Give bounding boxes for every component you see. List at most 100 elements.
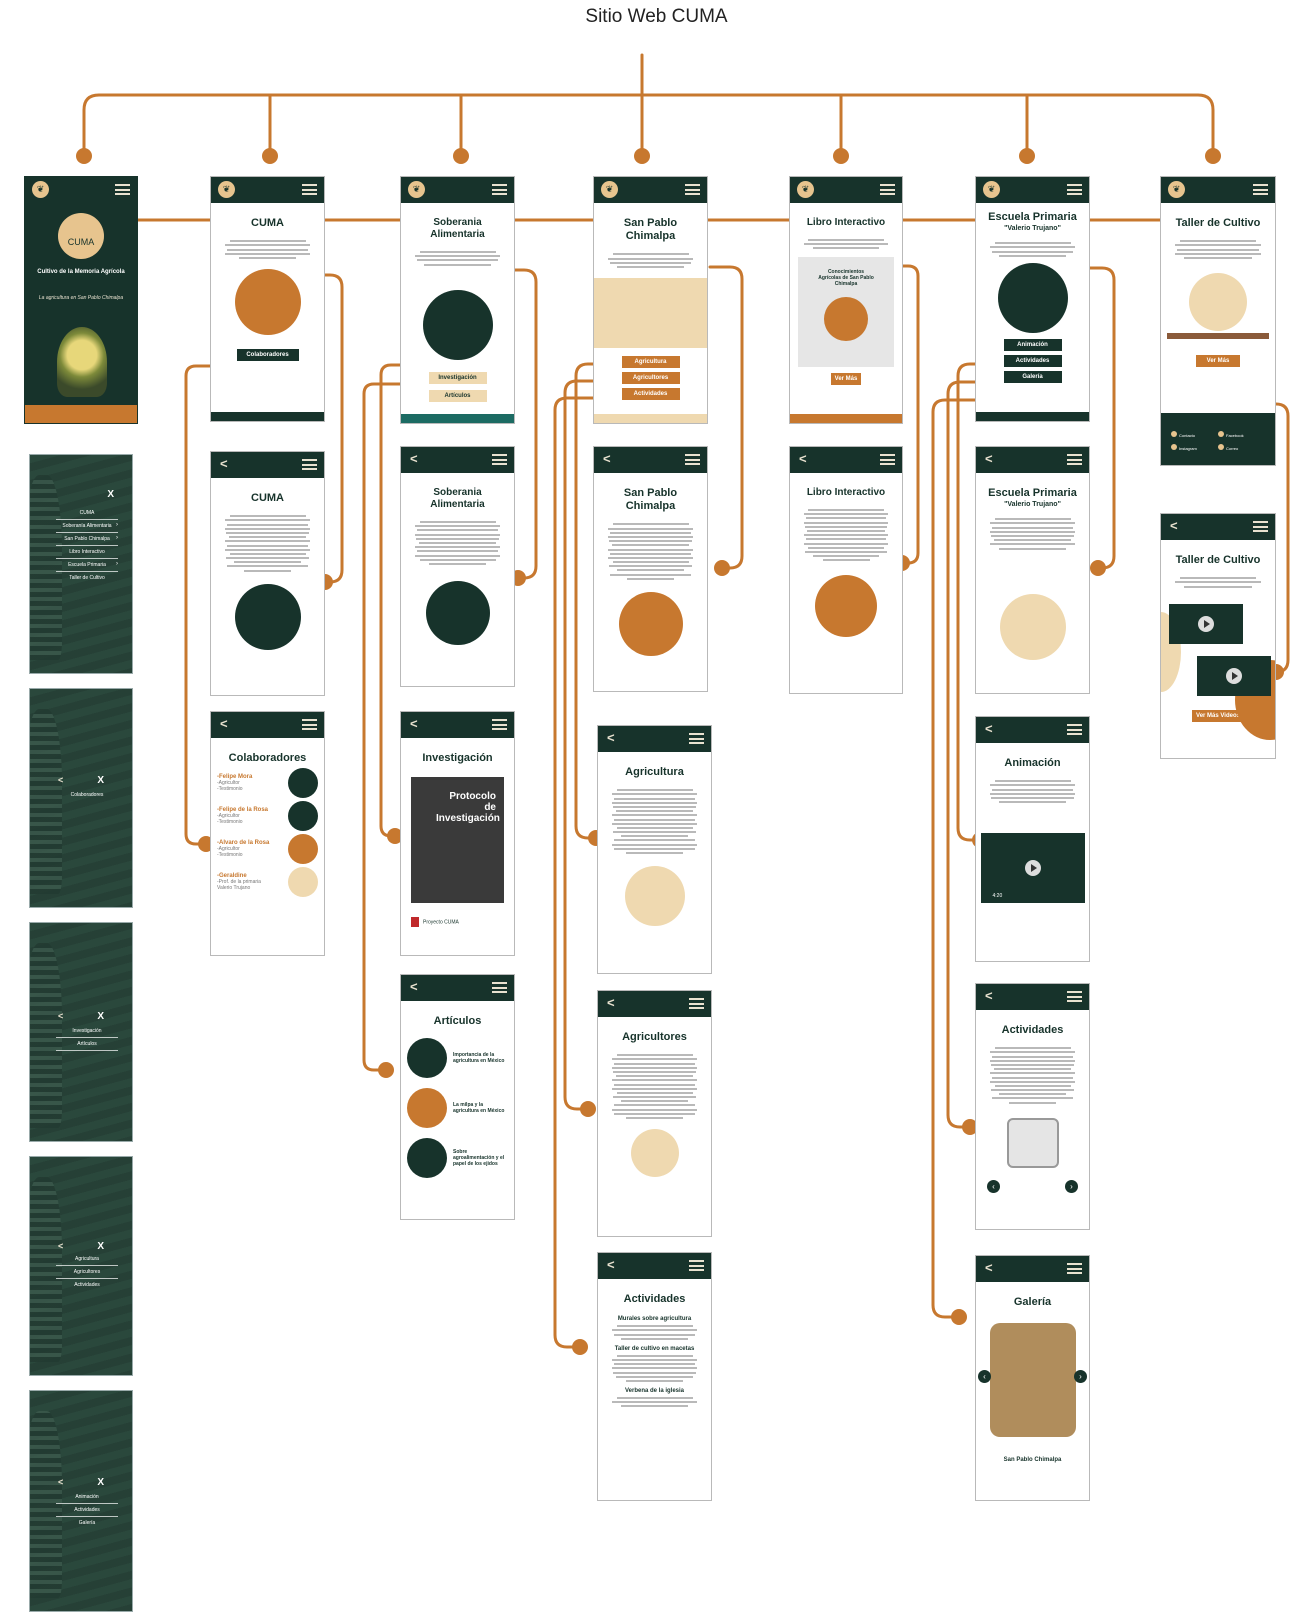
footer-facebook[interactable]: Facebook xyxy=(1218,431,1265,438)
next-icon[interactable]: › xyxy=(1074,1370,1087,1383)
hamburger-menu-icon[interactable] xyxy=(685,184,700,195)
hamburger-menu-icon[interactable] xyxy=(302,184,317,195)
investigacion-button[interactable]: Investigación xyxy=(428,371,487,384)
ver-mas-button[interactable]: Ver Más xyxy=(1196,354,1240,367)
back-icon[interactable]: < xyxy=(58,775,63,785)
back-icon[interactable]: < xyxy=(985,988,993,1003)
back-icon[interactable]: < xyxy=(607,730,615,745)
back-icon[interactable]: < xyxy=(799,451,807,466)
ver-mas-button[interactable]: Ver Más xyxy=(831,373,861,386)
agricultores-button[interactable]: Agricultores xyxy=(621,371,680,384)
actividades-button[interactable]: Actividades xyxy=(621,387,680,400)
hamburger-menu-icon[interactable] xyxy=(880,184,895,195)
hamburger-menu-icon[interactable] xyxy=(1067,991,1082,1002)
prev-icon[interactable]: ‹ xyxy=(987,1180,1000,1193)
back-icon[interactable]: < xyxy=(603,451,611,466)
hamburger-menu-icon[interactable] xyxy=(689,998,704,1009)
research-document[interactable]: Protocolo de Investigación xyxy=(411,777,504,904)
play-icon[interactable] xyxy=(1226,667,1242,684)
back-icon[interactable]: < xyxy=(220,456,228,471)
menu-item-taller[interactable]: Taller de Cultivo xyxy=(56,572,118,584)
menu-item-escuela[interactable]: Escuela Primaria › xyxy=(56,559,118,572)
colaboradores-button[interactable]: Colaboradores xyxy=(236,348,299,361)
hamburger-menu-icon[interactable] xyxy=(1253,184,1268,195)
close-icon[interactable]: X xyxy=(97,775,104,786)
play-icon[interactable] xyxy=(1198,615,1214,632)
galeria-button[interactable]: Galería xyxy=(1003,370,1062,383)
back-icon[interactable]: < xyxy=(985,1260,993,1275)
back-icon[interactable]: < xyxy=(1170,518,1178,533)
pdf-download[interactable]: Proyecto CUMA xyxy=(411,917,504,928)
menu-item-agricultores[interactable]: Agricultores xyxy=(56,1266,118,1279)
animation-video[interactable]: 4:20 xyxy=(980,833,1085,904)
article-item[interactable]: La milpa y la agricultura en México xyxy=(407,1088,508,1129)
back-icon[interactable]: < xyxy=(58,1477,63,1487)
menu-item-chimalpa[interactable]: San Pablo Chimalpa › xyxy=(56,533,118,546)
footer-email[interactable]: Correo xyxy=(1218,444,1265,451)
hamburger-menu-icon[interactable] xyxy=(880,454,895,465)
back-icon[interactable]: < xyxy=(985,451,993,466)
book-cover[interactable]: Conocimientos Agrícolas de San Pablo Chi… xyxy=(798,257,894,368)
hamburger-menu-icon[interactable] xyxy=(302,719,317,730)
prev-icon[interactable]: ‹ xyxy=(978,1370,991,1383)
hamburger-menu-icon[interactable] xyxy=(492,454,507,465)
close-icon[interactable]: X xyxy=(107,489,114,500)
play-icon[interactable] xyxy=(1024,860,1041,877)
hamburger-menu-icon[interactable] xyxy=(492,184,507,195)
menu-item-investigacion[interactable]: Investigación xyxy=(56,1025,118,1038)
article-item[interactable]: Sobre agroalimentación y el papel de los… xyxy=(407,1138,508,1179)
agricultura-button[interactable]: Agricultura xyxy=(621,355,680,368)
hamburger-menu-icon[interactable] xyxy=(1067,184,1082,195)
logo-icon[interactable]: ❦ xyxy=(983,181,1000,198)
hamburger-menu-icon[interactable] xyxy=(1067,454,1082,465)
menu-item-animacion[interactable]: Animación xyxy=(56,1491,118,1504)
hamburger-menu-icon[interactable] xyxy=(1067,1263,1082,1274)
pdf-label: Proyecto CUMA xyxy=(423,919,459,926)
articulos-button[interactable]: Artículos xyxy=(428,389,487,402)
close-icon[interactable]: X xyxy=(97,1477,104,1488)
back-icon[interactable]: < xyxy=(58,1241,63,1251)
back-icon[interactable]: < xyxy=(410,451,418,466)
logo-icon[interactable]: ❦ xyxy=(32,181,49,198)
back-icon[interactable]: < xyxy=(410,979,418,994)
article-item[interactable]: Importancia de la agricultura en México xyxy=(407,1038,508,1079)
back-icon[interactable]: < xyxy=(607,1257,615,1272)
tutorial-video[interactable] xyxy=(1197,655,1271,696)
menu-item-agricultura[interactable]: Agricultura xyxy=(56,1253,118,1266)
hamburger-menu-icon[interactable] xyxy=(689,733,704,744)
close-icon[interactable]: X xyxy=(97,1011,104,1022)
hamburger-menu-icon[interactable] xyxy=(689,1260,704,1271)
logo-icon[interactable]: ❦ xyxy=(797,181,814,198)
back-icon[interactable]: < xyxy=(220,716,228,731)
hamburger-menu-icon[interactable] xyxy=(115,184,130,195)
menu-item-articulos[interactable]: Artículos xyxy=(56,1038,118,1051)
footer-contact[interactable]: Contacto xyxy=(1171,431,1218,438)
hamburger-menu-icon[interactable] xyxy=(1067,724,1082,735)
menu-item-soberania[interactable]: Soberanía Alimentaria › xyxy=(56,520,118,533)
tutorial-video[interactable] xyxy=(1169,603,1243,644)
logo-icon[interactable]: ❦ xyxy=(601,181,618,198)
footer-instagram[interactable]: Instagram xyxy=(1171,444,1218,451)
menu-item-actividades[interactable]: Actividades xyxy=(56,1279,118,1291)
actividades-button[interactable]: Actividades xyxy=(1003,354,1062,367)
animacion-button[interactable]: Animación xyxy=(1003,338,1062,351)
back-icon[interactable]: < xyxy=(410,716,418,731)
menu-item-cuma[interactable]: CUMA xyxy=(56,507,118,520)
logo-icon[interactable]: ❦ xyxy=(218,181,235,198)
hamburger-menu-icon[interactable] xyxy=(492,719,507,730)
hamburger-menu-icon[interactable] xyxy=(302,459,317,470)
back-icon[interactable]: < xyxy=(607,995,615,1010)
next-icon[interactable]: › xyxy=(1065,1180,1078,1193)
back-icon[interactable]: < xyxy=(58,1011,63,1021)
logo-icon[interactable]: ❦ xyxy=(1168,181,1185,198)
close-icon[interactable]: X xyxy=(97,1241,104,1252)
hamburger-menu-icon[interactable] xyxy=(685,454,700,465)
menu-item-colaboradores[interactable]: Colaboradores xyxy=(56,789,118,801)
menu-item-galeria[interactable]: Galería xyxy=(56,1517,118,1529)
hamburger-menu-icon[interactable] xyxy=(1253,521,1268,532)
hamburger-menu-icon[interactable] xyxy=(492,982,507,993)
back-icon[interactable]: < xyxy=(985,721,993,736)
menu-item-actividades[interactable]: Actividades xyxy=(56,1504,118,1517)
logo-icon[interactable]: ❦ xyxy=(408,181,425,198)
menu-item-libro[interactable]: Libro Interactivo xyxy=(56,546,118,559)
